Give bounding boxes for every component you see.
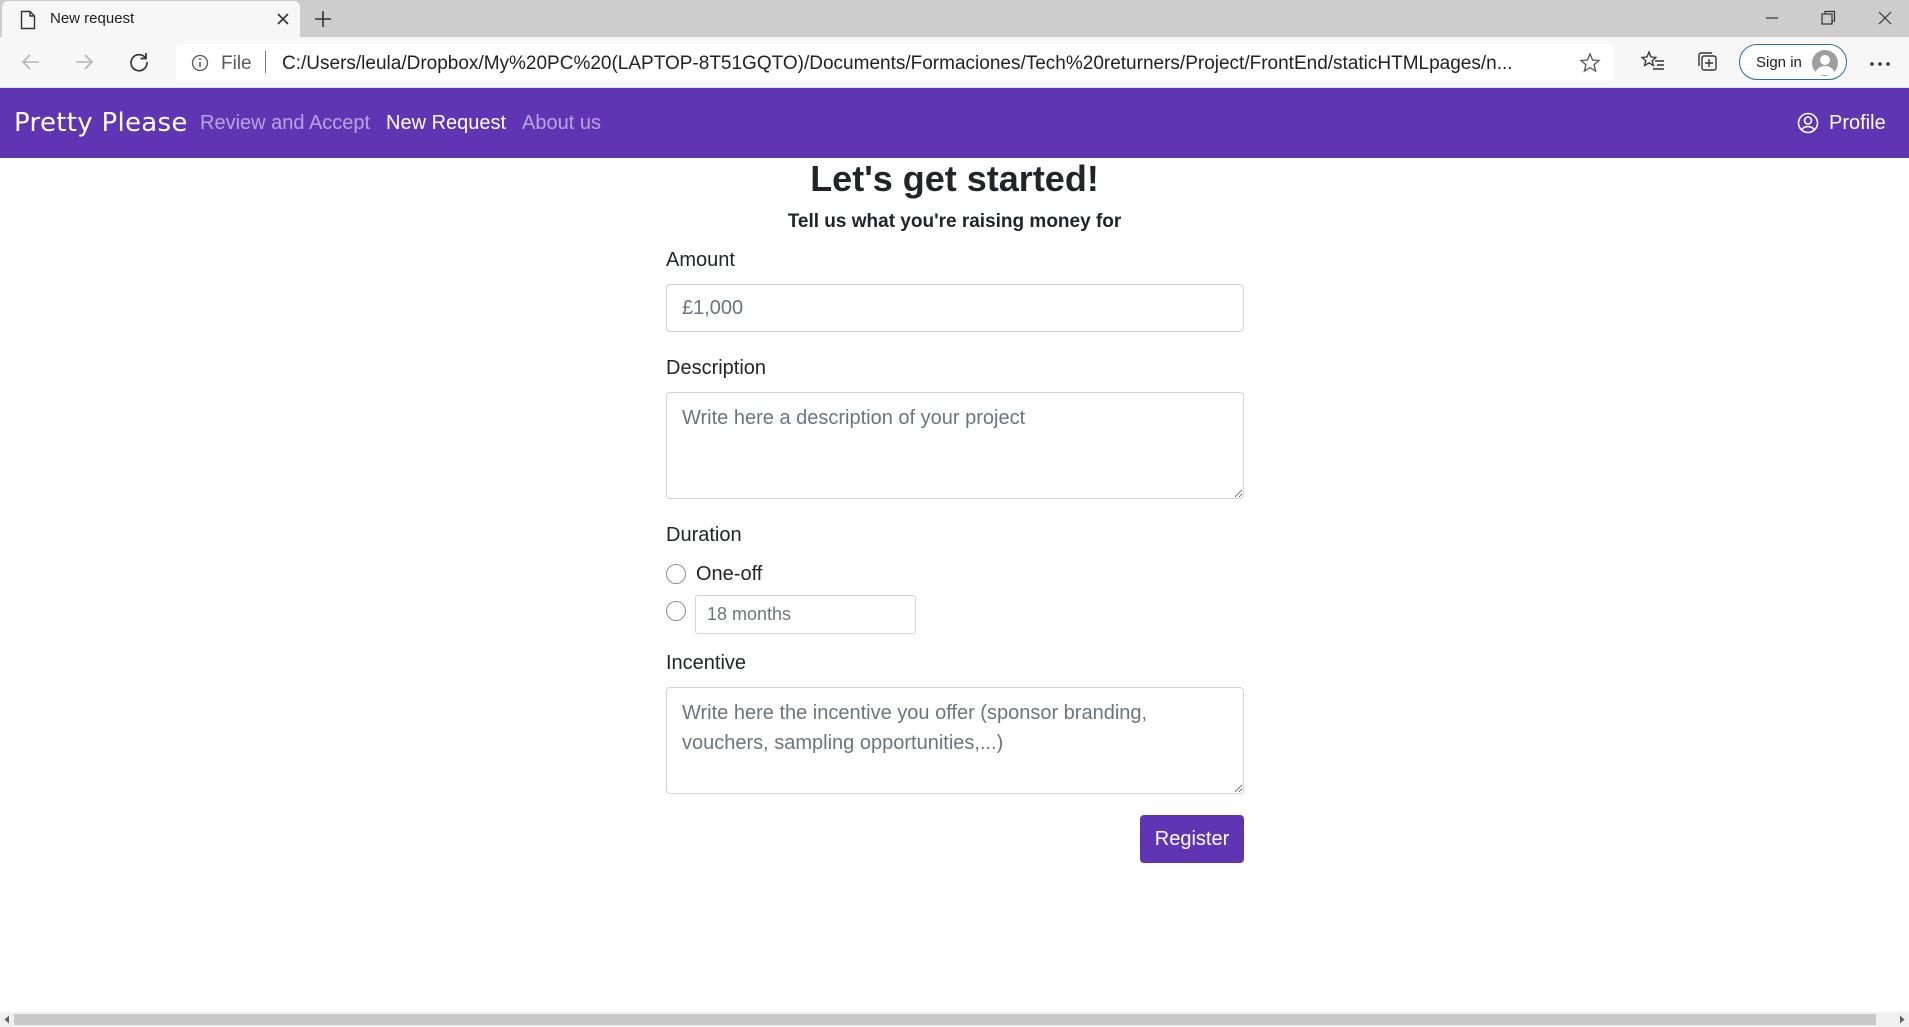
radio-months[interactable] [666,601,686,621]
tab-title: New request [50,10,135,27]
duration-label: Duration [666,524,742,546]
horizontal-scrollbar[interactable] [0,1012,1909,1027]
sign-in-label: Sign in [1756,54,1802,71]
browser-tabstrip: New request [0,0,1909,37]
description-label: Description [666,357,767,379]
incentive-label: Incentive [666,652,747,674]
scroll-left-arrow-icon[interactable] [3,1015,11,1024]
profile-label: Profile [1829,112,1886,134]
browser-tab[interactable]: New request [2,1,300,37]
address-separator [265,51,266,73]
sign-in-button[interactable]: Sign in [1739,44,1847,80]
page-icon [20,10,36,30]
incentive-textarea[interactable] [666,687,1244,794]
page-subtitle: Tell us what you're raising money for [787,211,1122,232]
brand-logo[interactable]: Pretty Please [14,108,188,138]
radio-one-off[interactable] [666,564,686,584]
amount-label: Amount [666,249,735,271]
forward-arrow-icon[interactable] [72,50,96,74]
nav-link-review-and-accept[interactable]: Review and Accept [200,112,370,135]
duration-months-input[interactable] [695,595,916,634]
favorites-icon[interactable] [1640,49,1666,75]
browser-toolbar: File C:/Users/leula/Dropbox/My%20PC%20(L… [0,37,1909,88]
close-tab-icon[interactable] [274,10,292,28]
minimize-icon[interactable] [1763,9,1781,27]
description-textarea[interactable] [666,392,1244,499]
avatar-icon [1812,50,1838,76]
nav-link-about-us[interactable]: About us [522,112,601,135]
collections-icon[interactable] [1695,49,1721,75]
address-bar[interactable]: File C:/Users/leula/Dropbox/My%20PC%20(L… [176,44,1614,81]
radio-one-off-label[interactable]: One-off [696,563,762,586]
new-tab-icon[interactable] [312,8,334,30]
file-scheme-label: File [221,53,252,74]
favorite-star-icon[interactable] [1579,52,1601,74]
info-icon[interactable] [191,54,209,72]
page-title: Let's get started! [810,158,1099,199]
more-options-icon[interactable] [1869,61,1891,67]
close-window-icon[interactable] [1876,9,1894,27]
restore-icon[interactable] [1819,9,1837,27]
scroll-right-arrow-icon[interactable] [1898,1015,1906,1024]
register-button[interactable]: Register [1140,815,1244,863]
back-arrow-icon[interactable] [19,50,43,74]
amount-input[interactable] [666,284,1244,332]
url-text[interactable]: C:/Users/leula/Dropbox/My%20PC%20(LAPTOP… [282,53,1570,75]
nav-link-new-request[interactable]: New Request [386,112,506,135]
refresh-icon[interactable] [127,50,151,74]
site-navbar: Pretty Please Review and Accept New Requ… [0,88,1909,158]
scrollbar-thumb[interactable] [14,1014,1876,1025]
user-circle-icon [1797,112,1819,134]
